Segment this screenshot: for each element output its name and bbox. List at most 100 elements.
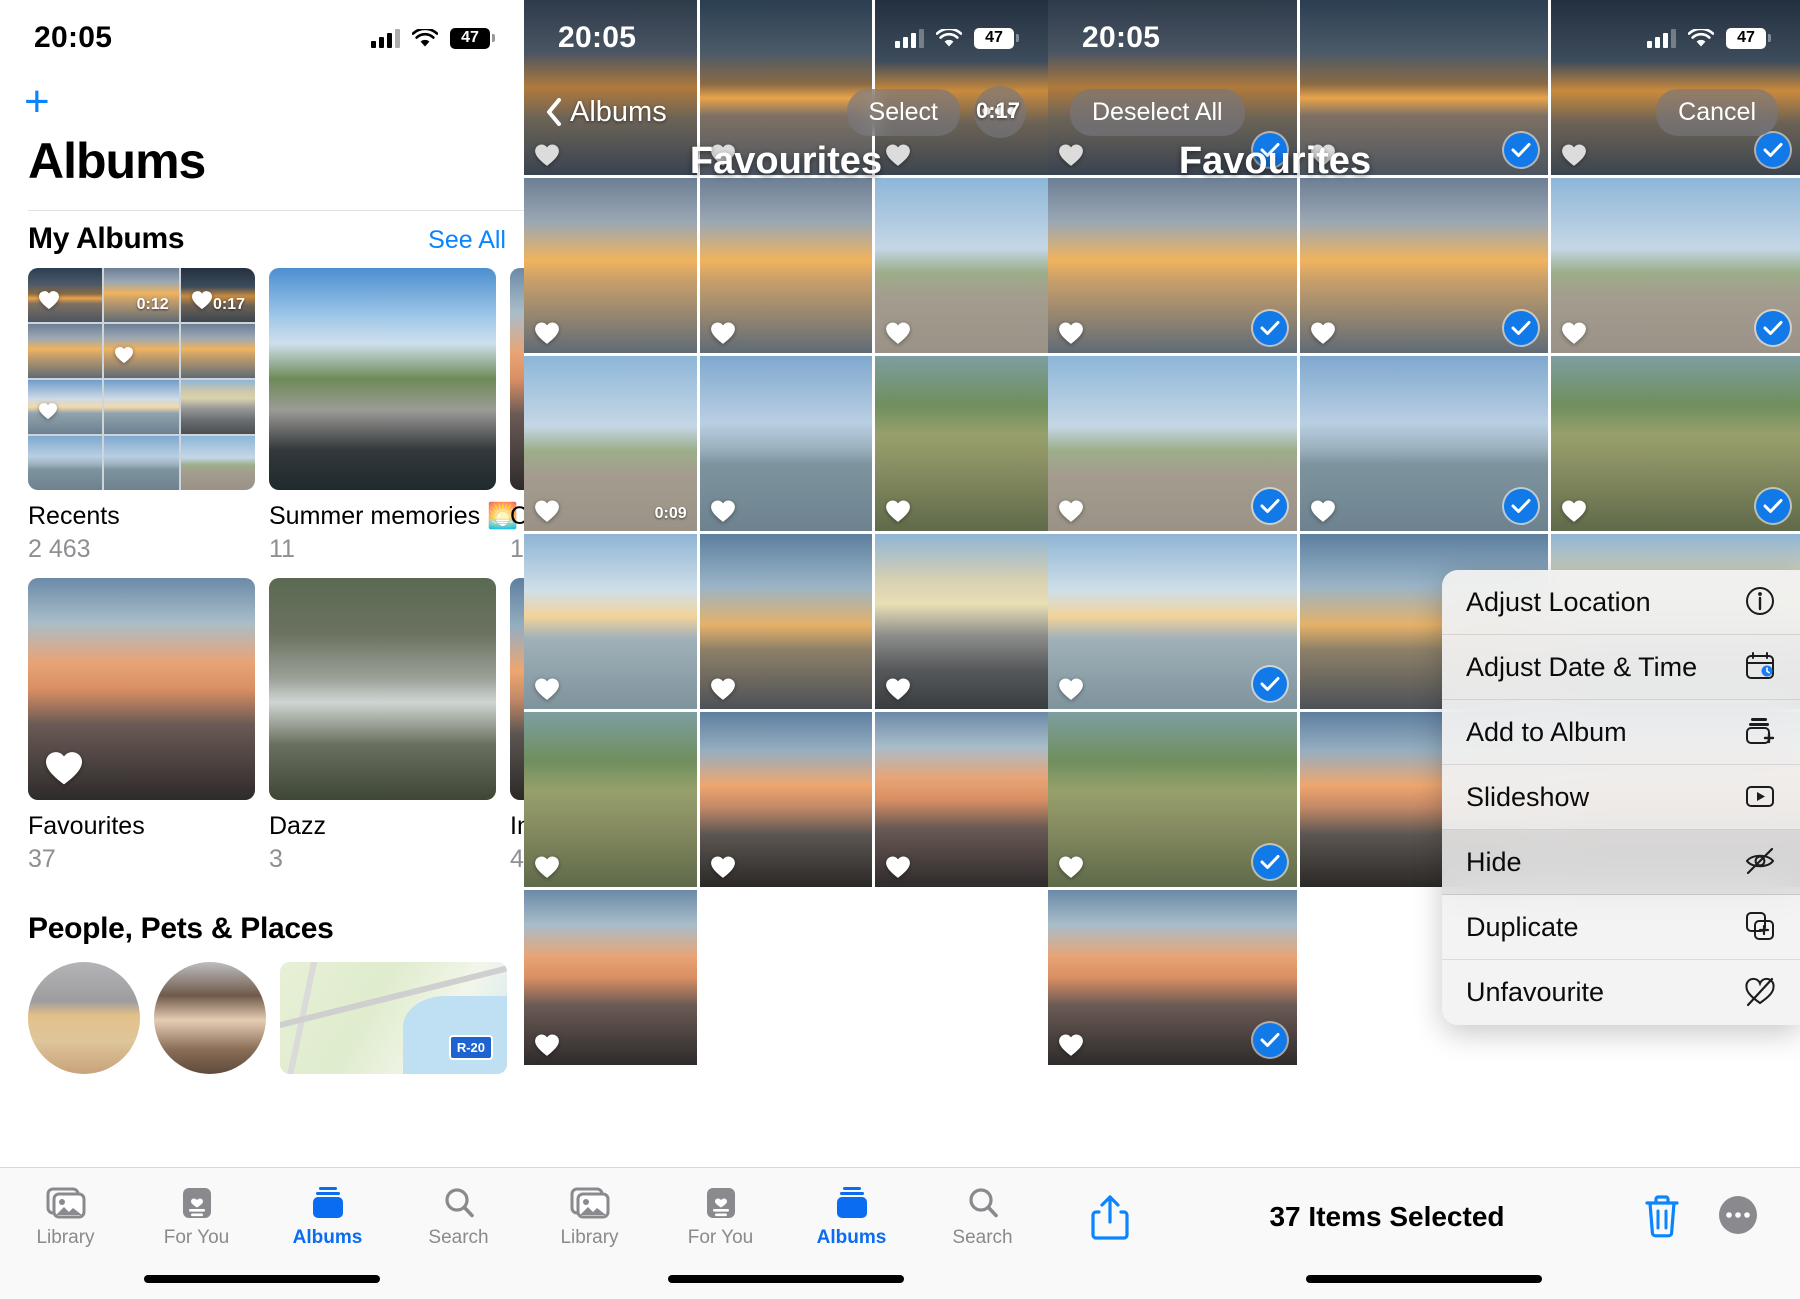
play-rect-icon <box>1744 780 1778 814</box>
navigation-bar: Albums Select ••• <box>524 82 1048 142</box>
tab-search[interactable]: Search <box>917 1186 1048 1249</box>
tab-albums[interactable]: Albums <box>786 1186 917 1249</box>
menu-item-add-to-album[interactable]: Add to Album <box>1442 700 1800 765</box>
photo-cell[interactable] <box>699 178 873 353</box>
photo-cell[interactable] <box>1551 178 1800 353</box>
tab-search[interactable]: Search <box>393 1186 524 1249</box>
status-time: 20:05 <box>1082 21 1161 54</box>
album-count: 2 463 <box>28 535 91 563</box>
photo-cell[interactable] <box>1048 534 1297 709</box>
selected-check-icon[interactable] <box>1756 489 1790 523</box>
album-card-partial-2[interactable]: In 4 <box>510 578 524 874</box>
photo-cell[interactable] <box>699 712 873 887</box>
menu-item-hide[interactable]: Hide <box>1442 830 1800 895</box>
page-title: Albums <box>28 133 206 189</box>
back-to-albums-button[interactable]: Albums <box>546 96 667 129</box>
photo-cell[interactable] <box>1048 890 1297 1065</box>
selected-check-icon[interactable] <box>1756 311 1790 345</box>
tab-for-you[interactable]: For You <box>131 1186 262 1249</box>
tab-label: Library <box>560 1227 619 1248</box>
menu-item-label: Adjust Location <box>1466 586 1651 617</box>
avatar[interactable] <box>154 962 266 1074</box>
photo-cell[interactable] <box>524 534 697 709</box>
add-album-button[interactable]: + <box>24 80 50 124</box>
menu-item-label: Unfavourite <box>1466 977 1605 1007</box>
photo-cell[interactable] <box>1551 356 1800 531</box>
panel-favourites: 0:09 20:05 47 Albums Select ••• Favourit… <box>524 0 1048 1299</box>
photo-cell-empty <box>875 890 1048 1065</box>
album-thumbnail: 0:12 0:17 <box>28 268 255 490</box>
selected-check-icon[interactable] <box>1252 845 1287 879</box>
photo-cell[interactable] <box>1299 356 1549 531</box>
favourite-heart-icon <box>710 855 736 879</box>
status-bar: 20:05 47 <box>524 0 1048 76</box>
album-card-summer-memories[interactable]: Summer memories 🌅 11 <box>269 268 518 564</box>
menu-item-slideshow[interactable]: Slideshow <box>1442 765 1800 830</box>
menu-item-duplicate[interactable]: Duplicate <box>1442 895 1800 960</box>
cancel-button[interactable]: Cancel <box>1656 88 1778 136</box>
video-duration-badge: 0:17 <box>212 296 245 313</box>
more-circle-icon[interactable] <box>1716 1193 1760 1241</box>
my-albums-header: My Albums See All <box>28 222 506 256</box>
places-map-card[interactable]: R-20 <box>280 962 507 1074</box>
deselect-all-button[interactable]: Deselect All <box>1070 88 1245 136</box>
photo-cell[interactable] <box>699 534 873 709</box>
divider <box>28 210 524 211</box>
photo-cell[interactable] <box>1048 356 1297 531</box>
screenshot-root: 20:05 47 + Albums My Albums See All 0:12… <box>0 0 1800 1299</box>
favourite-heart-icon <box>534 677 560 701</box>
selected-check-icon[interactable] <box>1252 667 1287 701</box>
tab-library[interactable]: Library <box>0 1186 131 1249</box>
share-icon[interactable] <box>1088 1193 1132 1241</box>
photo-cell[interactable] <box>524 712 697 887</box>
photo-cell[interactable] <box>699 356 873 531</box>
favourite-heart-icon <box>1058 321 1084 345</box>
album-card-recents[interactable]: 0:12 0:17 Recents 2 463 <box>28 268 255 564</box>
selected-check-icon[interactable] <box>1252 1023 1287 1057</box>
favourite-heart-icon <box>114 346 140 370</box>
menu-item-adjust-location[interactable]: Adjust Location <box>1442 570 1800 635</box>
photo-cell[interactable] <box>1048 178 1297 353</box>
photo-cell[interactable] <box>875 534 1048 709</box>
see-all-link[interactable]: See All <box>428 226 506 255</box>
photo-cell[interactable] <box>1299 178 1549 353</box>
selected-check-icon[interactable] <box>1252 311 1287 345</box>
selection-navigation-bar: Deselect All Cancel <box>1048 82 1800 142</box>
menu-item-label: Hide <box>1466 846 1522 877</box>
favourite-heart-icon <box>38 290 64 314</box>
photo-cell[interactable] <box>524 890 697 1065</box>
favourite-heart-icon <box>885 499 911 523</box>
selection-count-label: 37 Items Selected <box>1269 1200 1505 1232</box>
photo-cell[interactable] <box>875 178 1048 353</box>
trash-icon[interactable] <box>1642 1193 1686 1241</box>
status-indicators: 47 <box>895 27 1019 49</box>
tab-label: Albums <box>816 1227 887 1248</box>
my-albums-heading: My Albums <box>28 222 185 255</box>
favourite-heart-icon <box>710 499 736 523</box>
album-card-favourites[interactable]: Favourites 37 <box>28 578 255 874</box>
photo-cell[interactable]: 0:09 <box>524 356 697 531</box>
tab-for-you[interactable]: For You <box>655 1186 786 1249</box>
status-bar: 20:05 47 <box>1048 0 1800 76</box>
menu-item-label: Duplicate <box>1466 911 1579 942</box>
album-card-partial[interactable]: C 1 <box>510 268 524 564</box>
menu-item-unfavourite[interactable]: Unfavourite <box>1442 960 1800 1025</box>
avatar[interactable] <box>28 962 140 1074</box>
status-time: 20:05 <box>558 21 637 54</box>
photo-grid: 0:09 <box>524 0 1048 1299</box>
album-count: 1 <box>510 535 524 563</box>
select-button[interactable]: Select <box>846 88 960 136</box>
status-indicators: 47 <box>1647 27 1771 49</box>
photo-cell[interactable] <box>875 356 1048 531</box>
album-card-dazz[interactable]: Dazz 3 <box>269 578 496 874</box>
selected-check-icon[interactable] <box>1252 489 1287 523</box>
albums-icon <box>831 1186 873 1220</box>
tab-library[interactable]: Library <box>524 1186 655 1249</box>
photo-cell[interactable] <box>524 178 697 353</box>
photo-cell[interactable] <box>875 712 1048 887</box>
tab-albums[interactable]: Albums <box>262 1186 393 1249</box>
menu-item-adjust-date-time[interactable]: Adjust Date & Time <box>1442 635 1800 700</box>
photo-cell[interactable] <box>1048 712 1297 887</box>
battery-percent: 47 <box>461 29 479 46</box>
tab-label: For You <box>163 1227 230 1248</box>
